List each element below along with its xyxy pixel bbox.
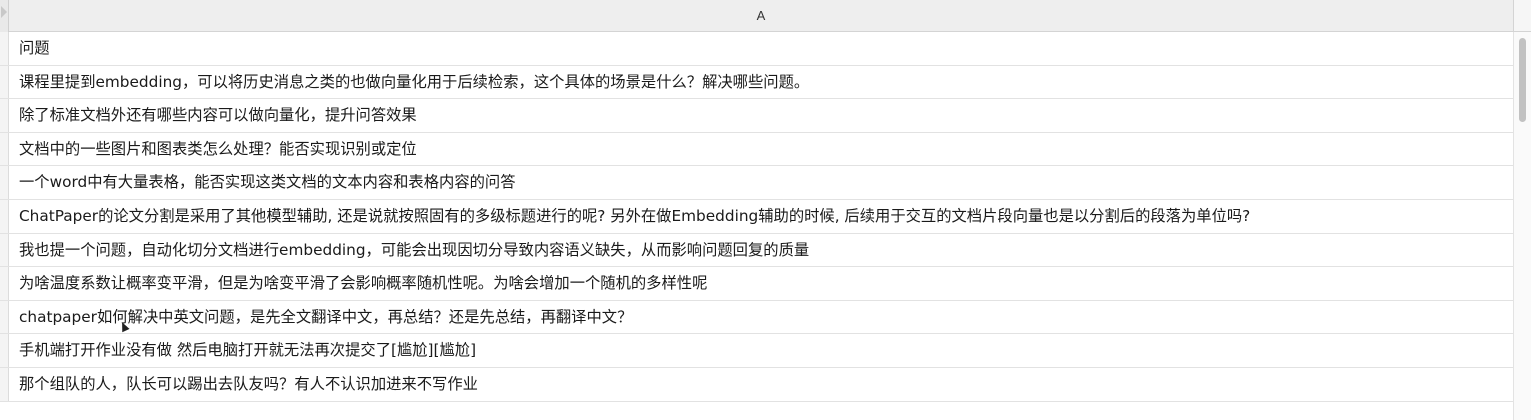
cell-a9[interactable]: chatpaper如何解决中英文问题，是先全文翻译中文，再总结？还是先总结，再翻… (19, 301, 1509, 334)
cell-a2[interactable]: 课程里提到embedding，可以将历史消息之类的也做向量化用于后续检索，这个具… (19, 66, 1509, 99)
row-header[interactable] (0, 99, 9, 132)
row-header[interactable] (0, 300, 9, 334)
cell-a11[interactable]: 那个组队的人，队长可以踢出去队友吗？有人不认识加进来不写作业 (19, 368, 1509, 401)
rows-container: 问题 课程里提到embedding，可以将历史消息之类的也做向量化用于后续检索，… (0, 32, 1513, 402)
cell-a4[interactable]: 文档中的一些图片和图表类怎么处理？能否实现识别或定位 (19, 133, 1509, 166)
column-header-a[interactable]: A (9, 0, 1513, 31)
table-row[interactable]: chatpaper如何解决中英文问题，是先全文翻译中文，再总结？还是先总结，再翻… (0, 300, 1513, 335)
table-row[interactable]: 我也提一个问题，自动化切分文档进行embedding，可能会出现因切分导致内容语… (0, 233, 1513, 268)
cell-a5[interactable]: 一个word中有大量表格，能否实现这类文档的文本内容和表格内容的问答 (19, 166, 1509, 199)
row-header[interactable] (0, 367, 9, 401)
row-header[interactable] (0, 166, 9, 199)
row-header[interactable] (0, 132, 9, 166)
row-header[interactable] (0, 32, 9, 65)
row-header[interactable] (0, 267, 9, 300)
cell-a3[interactable]: 除了标准文档外还有哪些内容可以做向量化，提升问答效果 (19, 99, 1509, 132)
cell-a1[interactable]: 问题 (19, 32, 1509, 65)
column-header-filler (1513, 0, 1531, 31)
vertical-scrollbar[interactable] (1513, 32, 1531, 420)
column-header-row: A (0, 0, 1531, 32)
table-row[interactable]: 为啥温度系数让概率变平滑，但是为啥变平滑了会影响概率随机性呢。为啥会增加一个随机… (0, 267, 1513, 301)
table-row[interactable]: ChatPaper的论文分割是采用了其他模型辅助, 还是说就按照固有的多级标题进… (0, 199, 1513, 234)
table-row[interactable]: 那个组队的人，队长可以踢出去队友吗？有人不认识加进来不写作业 (0, 367, 1513, 402)
scrollbar-thumb[interactable] (1519, 38, 1526, 122)
table-row[interactable]: 课程里提到embedding，可以将历史消息之类的也做向量化用于后续检索，这个具… (0, 65, 1513, 100)
row-header[interactable] (0, 233, 9, 267)
row-header[interactable] (0, 334, 9, 367)
corner-triangle-icon (1, 6, 7, 18)
cell-a8[interactable]: 为啥温度系数让概率变平滑，但是为啥变平滑了会影响概率随机性呢。为啥会增加一个随机… (19, 267, 1509, 300)
cell-a10[interactable]: 手机端打开作业没有做 然后电脑打开就无法再次提交了[尴尬][尴尬] (19, 334, 1509, 367)
row-header[interactable] (0, 199, 9, 233)
table-row[interactable]: 问题 (0, 32, 1513, 66)
spreadsheet: A 问题 课程里提到embedding，可以将历史消息之类的也做向量化用于后续检… (0, 0, 1531, 420)
cell-a6[interactable]: ChatPaper的论文分割是采用了其他模型辅助, 还是说就按照固有的多级标题进… (19, 200, 1509, 233)
table-row[interactable]: 文档中的一些图片和图表类怎么处理？能否实现识别或定位 (0, 132, 1513, 167)
cell-a7[interactable]: 我也提一个问题，自动化切分文档进行embedding，可能会出现因切分导致内容语… (19, 234, 1509, 267)
table-row[interactable]: 除了标准文档外还有哪些内容可以做向量化，提升问答效果 (0, 99, 1513, 133)
table-row[interactable]: 一个word中有大量表格，能否实现这类文档的文本内容和表格内容的问答 (0, 166, 1513, 200)
select-all-corner[interactable] (0, 0, 9, 32)
row-header[interactable] (0, 65, 9, 99)
table-row[interactable]: 手机端打开作业没有做 然后电脑打开就无法再次提交了[尴尬][尴尬] (0, 334, 1513, 368)
